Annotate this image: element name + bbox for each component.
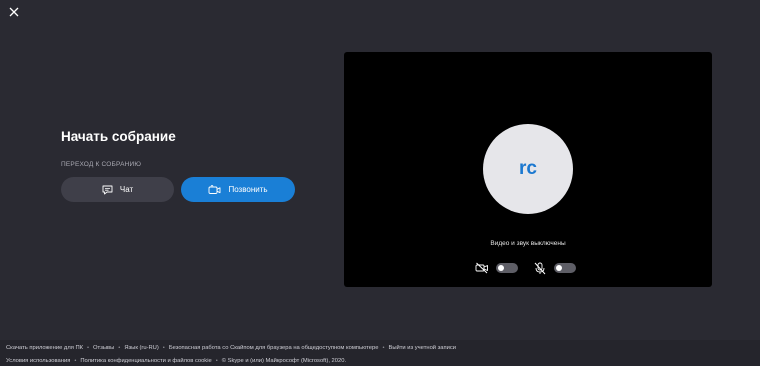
media-controls	[474, 260, 576, 276]
footer-row-1: Скачать приложение для ПК • Отзывы • Язык (r…	[6, 345, 456, 351]
footer-separator: •	[118, 345, 121, 351]
meeting-panel: Начать собрание ПЕРЕХОД К СОБРАНИЮ Чат П…	[61, 128, 301, 202]
avatar: rc	[483, 124, 573, 214]
video-toggle-knob	[498, 265, 504, 271]
page-title: Начать собрание	[61, 129, 176, 144]
mic-off-icon	[532, 260, 548, 276]
footer-separator: •	[87, 345, 90, 351]
footer: Скачать приложение для ПК • Отзывы • Язык (r…	[0, 340, 760, 366]
footer-link-signout[interactable]: Выйти из учетной записи	[388, 345, 456, 351]
meeting-subtitle: ПЕРЕХОД К СОБРАНИЮ	[61, 161, 142, 168]
footer-separator: •	[162, 345, 165, 351]
footer-link-feedback[interactable]: Отзывы	[93, 345, 114, 351]
footer-link-privacy[interactable]: Политика конфиденциальности и файлов coo…	[80, 358, 211, 364]
video-toggle[interactable]	[496, 263, 518, 273]
chat-button-label: Чат	[119, 185, 134, 194]
footer-link-security[interactable]: Безопасная работа со Скайпом для браузер…	[169, 345, 379, 351]
avatar-initials: rc	[519, 158, 537, 179]
footer-separator: •	[215, 358, 218, 364]
footer-separator: •	[74, 358, 77, 364]
audio-toggle-knob	[556, 265, 562, 271]
footer-link-terms[interactable]: Условия использования	[6, 358, 70, 364]
video-preview: rc Видео и звук выключены	[344, 52, 712, 287]
call-button[interactable]: Позвонить	[181, 177, 295, 202]
chat-icon	[102, 185, 113, 194]
chat-button[interactable]: Чат	[61, 177, 174, 202]
media-status-text: Видео и звук выключены	[490, 240, 566, 247]
footer-link-language[interactable]: Язык (ru-RU)	[124, 345, 158, 351]
video-call-icon	[208, 184, 221, 194]
close-button[interactable]	[6, 4, 22, 20]
close-icon	[9, 7, 19, 17]
footer-link-download[interactable]: Скачать приложение для ПК	[6, 345, 83, 351]
camera-off-icon	[474, 260, 490, 276]
footer-separator: •	[382, 345, 385, 351]
footer-copyright: © Skype и (или) Майкрософт (Microsoft), …	[221, 358, 347, 364]
action-buttons: Чат Позвонить	[61, 177, 295, 202]
call-button-label: Позвонить	[228, 185, 268, 194]
audio-toggle[interactable]	[554, 263, 576, 273]
footer-row-2: Условия использования • Политика конфиденц…	[6, 358, 346, 364]
